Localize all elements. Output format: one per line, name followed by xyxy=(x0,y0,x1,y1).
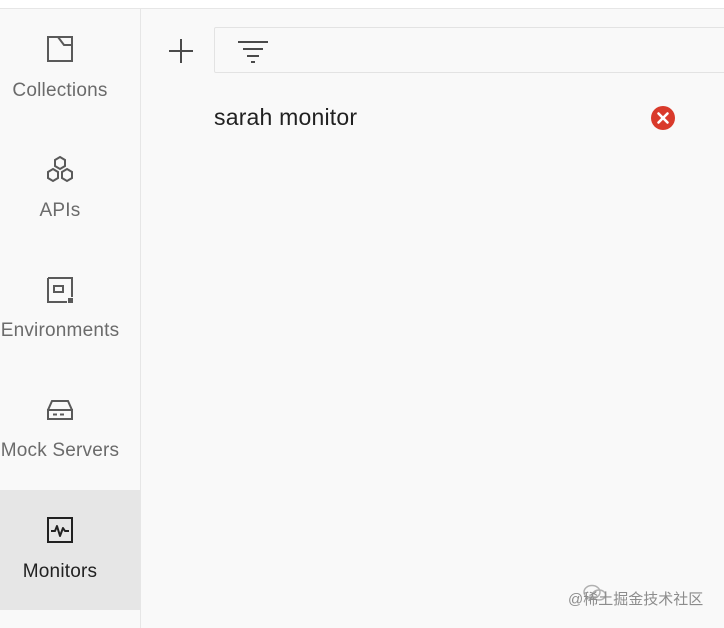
monitors-panel: sarah monitor xyxy=(141,9,724,628)
sidebar-item-monitors[interactable]: Monitors xyxy=(0,490,140,610)
sidebar-item-environments[interactable]: Environments xyxy=(0,249,140,369)
sidebar-item-label: Mock Servers xyxy=(0,440,120,461)
filter-icon[interactable] xyxy=(235,37,271,65)
sidebar-item-mock-servers[interactable]: Mock Servers xyxy=(0,369,140,489)
mock-servers-icon xyxy=(44,394,76,426)
sidebar: Collections APIs Environments Mock Serve… xyxy=(0,9,141,628)
search-field[interactable] xyxy=(214,27,724,73)
sidebar-item-label: APIs xyxy=(39,200,81,221)
apis-icon xyxy=(44,154,76,186)
sidebar-item-collections[interactable]: Collections xyxy=(0,9,140,129)
list-item[interactable]: sarah monitor xyxy=(201,95,701,141)
sidebar-item-label: Environments xyxy=(0,320,120,341)
window-top-bar xyxy=(0,0,724,9)
monitors-icon xyxy=(44,514,76,546)
error-icon xyxy=(650,105,676,131)
sidebar-item-apis[interactable]: APIs xyxy=(0,129,140,249)
watermark-text: @稀土掘金技术社区 xyxy=(568,591,704,608)
sidebar-item-label: Monitors xyxy=(22,561,98,582)
search-input[interactable] xyxy=(279,34,713,68)
sidebar-item-label: Collections xyxy=(12,80,108,101)
environments-icon xyxy=(44,274,76,306)
plus-icon[interactable] xyxy=(165,35,197,67)
collections-icon xyxy=(44,33,76,65)
monitor-name: sarah monitor xyxy=(214,104,358,130)
watermark: @稀土掘金技术社区 xyxy=(568,584,718,610)
